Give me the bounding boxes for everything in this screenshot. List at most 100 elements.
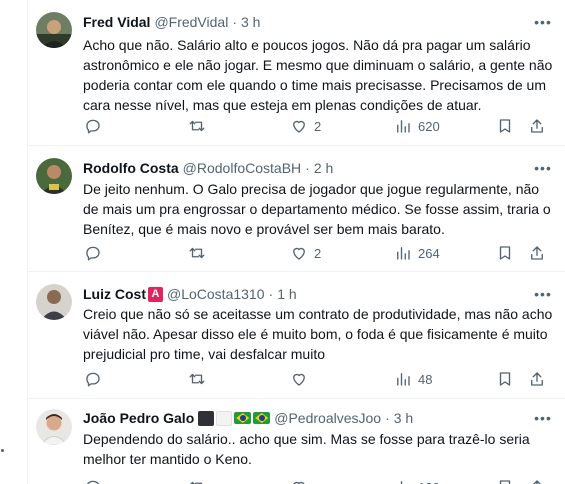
bookmark-button[interactable] — [496, 116, 514, 136]
bookmark-button[interactable] — [496, 369, 514, 389]
views-button[interactable]: 48 — [394, 369, 432, 389]
brazil-flag-icon — [234, 412, 252, 424]
separator: · — [385, 410, 390, 426]
display-name[interactable]: João Pedro Galo — [83, 410, 194, 426]
share-button[interactable] — [528, 243, 546, 263]
like-count: 2 — [314, 245, 322, 261]
bookmark-icon — [499, 246, 511, 260]
tweet-actions: 120 — [76, 477, 552, 484]
share-button[interactable] — [528, 477, 546, 484]
heart-icon — [293, 373, 305, 386]
views-icon — [400, 481, 403, 484]
tweet-actions: 48 — [76, 369, 552, 389]
heart-icon — [293, 481, 305, 484]
share-icon — [531, 246, 543, 260]
share-icon — [533, 480, 541, 484]
timestamp[interactable]: 1 h — [277, 286, 296, 302]
view-count: 620 — [418, 118, 440, 134]
user-handle[interactable]: @LoCosta1310 — [167, 286, 265, 302]
view-count: 264 — [418, 245, 440, 261]
tweet-header: Fred Vidal @FredVidal · 3 h — [83, 12, 553, 32]
reply-button[interactable] — [84, 477, 102, 484]
retweet-icon — [189, 247, 205, 259]
retweet-button[interactable] — [188, 477, 206, 484]
more-horizontal-icon[interactable]: ••• — [533, 158, 553, 178]
avatar[interactable] — [36, 12, 72, 48]
more-horizontal-icon[interactable]: ••• — [533, 408, 553, 428]
black-square-emoji — [198, 410, 215, 426]
tweet-actions: 2 620 — [76, 116, 552, 136]
name-badge: A — [148, 286, 163, 302]
views-icon — [397, 247, 410, 260]
display-name[interactable]: Fred Vidal — [83, 14, 150, 30]
tweet-header: João Pedro Galo @PedroalvesJoo · 3 h — [83, 408, 553, 428]
reply-icon — [86, 372, 100, 387]
retweet-button[interactable] — [188, 243, 206, 263]
bookmark-button[interactable] — [496, 243, 514, 263]
heart-icon — [293, 120, 305, 133]
tweet[interactable]: Rodolfo Costa @RodolfoCostaBH · 2 h ••• … — [28, 146, 565, 272]
separator: · — [232, 14, 237, 30]
reply-icon — [86, 119, 100, 134]
view-count: 120 — [418, 480, 440, 484]
bookmark-button[interactable] — [496, 477, 514, 484]
avatar[interactable] — [36, 284, 72, 320]
display-name[interactable]: Luiz Cost — [83, 286, 146, 302]
reply-feed: Fred Vidal @FredVidal · 3 h ••• Acho que… — [28, 0, 565, 484]
like-button[interactable] — [290, 477, 308, 484]
bookmark-icon — [499, 480, 511, 484]
views-button[interactable]: 620 — [394, 116, 440, 136]
separator: · — [268, 286, 274, 302]
more-horizontal-icon[interactable]: ••• — [533, 12, 553, 32]
view-count: 48 — [418, 371, 433, 387]
separator: · — [305, 160, 310, 176]
tweet[interactable]: Luiz Cost A @LoCosta1310 · 1 h ••• Creio… — [28, 272, 565, 399]
like-button[interactable]: 2 — [290, 243, 321, 263]
timestamp[interactable]: 3 h — [241, 14, 260, 30]
like-count: 2 — [314, 118, 322, 134]
views-icon — [397, 120, 410, 133]
brazil-flag-icon — [253, 412, 271, 424]
tweet-text: Acho que não. Salário alto e poucos jogo… — [83, 37, 553, 113]
reply-button[interactable] — [84, 116, 102, 136]
avatar[interactable] — [36, 158, 72, 194]
user-handle[interactable]: @RodolfoCostaBH — [183, 160, 302, 176]
views-button[interactable]: 264 — [394, 243, 440, 263]
reply-button[interactable] — [84, 243, 102, 263]
views-button[interactable]: 120 — [394, 477, 440, 484]
timestamp[interactable]: 3 h — [394, 410, 413, 426]
avatar[interactable] — [36, 409, 72, 445]
retweet-button[interactable] — [188, 369, 206, 389]
tweet-actions: 2 264 — [76, 243, 552, 263]
tweet-header: Rodolfo Costa @RodolfoCostaBH · 2 h — [83, 158, 553, 178]
tweet-text: Dependendo do salário.. acho que sim. Ma… — [83, 431, 530, 467]
tweet[interactable]: João Pedro Galo @PedroalvesJoo · 3 h •••… — [28, 399, 565, 484]
reply-button[interactable] — [84, 369, 102, 389]
like-button[interactable]: 2 — [290, 116, 321, 136]
display-name[interactable]: Rodolfo Costa — [83, 160, 179, 176]
retweet-button[interactable] — [188, 116, 206, 136]
reply-icon — [86, 246, 100, 261]
share-button[interactable] — [528, 116, 546, 136]
timestamp[interactable]: 2 h — [314, 160, 333, 176]
left-dot — [1, 449, 4, 452]
reply-icon — [87, 480, 99, 484]
bookmark-icon — [499, 119, 511, 133]
retweet-icon — [189, 373, 205, 385]
bookmark-icon — [499, 372, 511, 386]
user-handle[interactable]: @FredVidal — [154, 14, 228, 30]
user-handle[interactable]: @PedroalvesJoo — [274, 410, 381, 426]
tweet-header: Luiz Cost A @LoCosta1310 · 1 h — [83, 284, 553, 304]
tweet-text: Creio que não só se aceitasse um contrat… — [83, 306, 553, 362]
like-button[interactable] — [290, 369, 308, 389]
retweet-icon — [190, 481, 203, 484]
tweet-text: De jeito nenhum. O Galo precisa de jogad… — [83, 181, 551, 237]
retweet-icon — [189, 120, 205, 132]
share-button[interactable] — [528, 369, 546, 389]
more-horizontal-icon[interactable]: ••• — [533, 284, 553, 304]
share-icon — [531, 372, 543, 386]
heart-icon — [293, 247, 305, 260]
share-icon — [531, 119, 543, 133]
tweet[interactable]: Fred Vidal @FredVidal · 3 h ••• Acho que… — [28, 0, 565, 146]
views-icon — [397, 373, 410, 386]
